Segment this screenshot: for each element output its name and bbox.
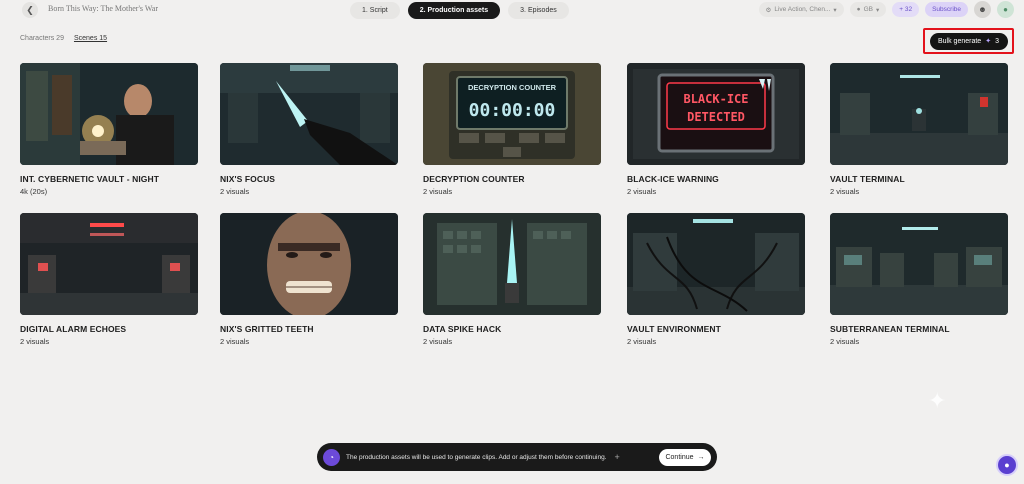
warning-screen-line2: DETECTED xyxy=(687,110,745,124)
tab-production-assets[interactable]: 2. Production assets xyxy=(407,2,501,19)
scene-thumbnail xyxy=(220,213,398,315)
scene-card[interactable]: NIX'S GRITTED TEETH 2 visuals xyxy=(220,213,398,346)
bulk-generate-button[interactable]: Bulk generate ✦ 3 xyxy=(929,32,1008,50)
scene-subtitle: 2 visuals xyxy=(627,187,657,196)
scene-thumbnail xyxy=(20,213,198,315)
scene-subtitle: 2 visuals xyxy=(830,337,860,346)
decryption-screen-value: 00:00:00 xyxy=(469,100,556,121)
sparkle-decoration-icon: ✦ xyxy=(928,388,947,413)
arrow-right-icon: → xyxy=(697,453,705,461)
step-tabs: 1. Script 2. Production assets 3. Episod… xyxy=(350,2,569,19)
scene-thumbnail xyxy=(830,63,1008,165)
scene-thumbnail xyxy=(20,63,198,165)
scene-card[interactable]: VAULT TERMINAL 2 visuals xyxy=(830,63,1008,196)
user-menu-icon[interactable]: ☻ xyxy=(974,1,991,18)
scene-subtitle: 2 visuals xyxy=(423,337,453,346)
scene-card[interactable]: DECRYPTION COUNTER 00:00:00 DECRYPTION C… xyxy=(423,63,601,196)
scene-title: DATA SPIKE HACK xyxy=(423,324,502,334)
project-title: Born This Way: The Mother's War xyxy=(48,4,158,13)
chevron-left-icon: ❮ xyxy=(26,4,34,15)
subscribe-button[interactable]: Subscribe xyxy=(925,2,968,17)
scene-card[interactable]: INT. CYBERNETIC VAULT - NIGHT 4k (20s) xyxy=(20,63,198,196)
chat-icon: ● xyxy=(1004,460,1010,470)
warning-screen-line1: BLACK-ICE xyxy=(683,92,748,106)
style-selector-label: Live Action, Chen... xyxy=(774,6,831,13)
bulk-generate-count: 3 xyxy=(995,37,999,45)
scene-title: SUBTERRANEAN TERMINAL xyxy=(830,324,950,334)
scene-card[interactable]: NIX'S FOCUS 2 visuals xyxy=(220,63,398,196)
style-selector[interactable]: ⚙ Live Action, Chen... ▾ xyxy=(758,2,844,17)
top-bar: ❮ Born This Way: The Mother's War 1. Scr… xyxy=(0,0,1024,22)
scene-card[interactable]: DATA SPIKE HACK 2 visuals xyxy=(423,213,601,346)
decryption-screen-title: DECRYPTION COUNTER xyxy=(468,83,557,92)
banner-message: The production assets will be used to ge… xyxy=(346,453,607,461)
scene-thumbnail xyxy=(220,63,398,165)
scene-subtitle: 2 visuals xyxy=(20,337,50,346)
subtab-characters[interactable]: Characters 29 xyxy=(20,35,64,42)
storage-chip[interactable]: ● GB ▾ xyxy=(849,2,887,17)
asset-subtabs: Characters 29 Scenes 15 xyxy=(20,35,107,42)
scene-card[interactable]: DIGITAL ALARM ECHOES 2 visuals xyxy=(20,213,198,346)
storage-icon: ● xyxy=(856,6,861,13)
subtab-scenes[interactable]: Scenes 15 xyxy=(74,35,107,42)
scene-subtitle: 2 visuals xyxy=(220,187,250,196)
scene-title: NIX'S FOCUS xyxy=(220,174,276,184)
scene-title: VAULT ENVIRONMENT xyxy=(627,324,721,334)
scene-subtitle: 2 visuals xyxy=(220,337,250,346)
back-button[interactable]: ❮ xyxy=(22,2,38,18)
scene-title: BLACK-ICE WARNING xyxy=(627,174,719,184)
scene-subtitle: 4k (20s) xyxy=(20,187,48,196)
scene-thumbnail: BLACK-ICE DETECTED xyxy=(627,63,805,165)
settings-icon: ⚙ xyxy=(765,6,772,14)
scene-subtitle: 2 visuals xyxy=(423,187,453,196)
scene-title: DECRYPTION COUNTER xyxy=(423,174,525,184)
scene-subtitle: 2 visuals xyxy=(830,187,860,196)
assistant-icon: ◔ xyxy=(323,448,340,466)
storage-label: GB xyxy=(863,6,873,13)
avatar[interactable]: ● xyxy=(997,1,1014,18)
scene-card[interactable]: BLACK-ICE DETECTED BLACK-ICE WARNING 2 v… xyxy=(627,63,805,196)
chevron-down-icon: ▾ xyxy=(833,6,837,14)
sparkle-icon: ✦ xyxy=(985,38,992,45)
scene-thumbnail xyxy=(627,213,805,315)
scene-card[interactable]: SUBTERRANEAN TERMINAL 2 visuals xyxy=(830,213,1008,346)
scene-thumbnail xyxy=(423,213,601,315)
continue-button[interactable]: Continue → xyxy=(659,448,711,466)
top-right-controls: ⚙ Live Action, Chen... ▾ ● GB ▾ + 32 Sub… xyxy=(758,1,1014,18)
scene-title: DIGITAL ALARM ECHOES xyxy=(20,324,127,334)
scene-thumbnail xyxy=(830,213,1008,315)
help-chat-button[interactable]: ● xyxy=(996,454,1018,476)
scene-thumbnail: DECRYPTION COUNTER 00:00:00 xyxy=(423,63,601,165)
scene-title: NIX'S GRITTED TEETH xyxy=(220,324,314,334)
credits-badge[interactable]: + 32 xyxy=(892,2,920,17)
bulk-generate-label: Bulk generate xyxy=(938,37,982,45)
chevron-down-icon: ▾ xyxy=(875,6,880,14)
scene-title: VAULT TERMINAL xyxy=(830,174,905,184)
plus-icon[interactable]: + xyxy=(615,452,620,462)
bulk-generate-highlight: Bulk generate ✦ 3 xyxy=(923,28,1014,54)
scene-title: INT. CYBERNETIC VAULT - NIGHT xyxy=(20,174,160,184)
scene-card[interactable]: VAULT ENVIRONMENT 2 visuals xyxy=(627,213,805,346)
tab-episodes[interactable]: 3. Episodes xyxy=(508,2,569,19)
scene-subtitle: 2 visuals xyxy=(627,337,657,346)
continue-banner: ◔ The production assets will be used to … xyxy=(317,443,717,471)
continue-label: Continue xyxy=(665,453,694,461)
tab-script[interactable]: 1. Script xyxy=(350,2,400,19)
